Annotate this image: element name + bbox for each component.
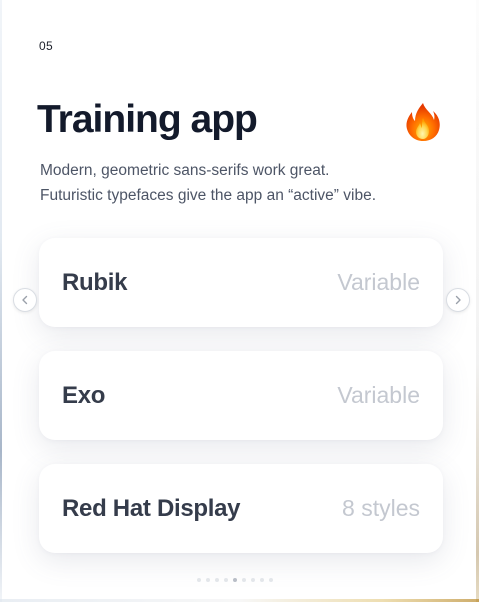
font-card-exo[interactable]: Exo Variable bbox=[39, 351, 443, 440]
font-styles-count: 8 styles bbox=[342, 495, 420, 521]
pager-dot[interactable] bbox=[197, 578, 201, 582]
slide-card: 05 Training app Modern, geometric sans-s… bbox=[0, 0, 479, 602]
description-line: Modern, geometric sans-serifs work great… bbox=[40, 162, 330, 179]
font-name: Red Hat Display bbox=[62, 495, 241, 522]
pager-dot[interactable] bbox=[251, 578, 255, 582]
pager-dot[interactable] bbox=[215, 578, 219, 582]
chevron-left-icon bbox=[22, 295, 28, 305]
fire-icon bbox=[406, 103, 440, 141]
font-card-red-hat-display[interactable]: Red Hat Display 8 styles bbox=[39, 464, 443, 553]
font-name: Exo bbox=[62, 382, 106, 409]
slide-description: Modern, geometric sans-serifs work great… bbox=[40, 158, 460, 208]
pager-dot[interactable] bbox=[206, 578, 210, 582]
font-card-rubik[interactable]: Rubik Variable bbox=[39, 238, 443, 327]
description-line: Futuristic typefaces give the app an “ac… bbox=[40, 187, 376, 204]
frame-edge-left bbox=[0, 0, 2, 602]
carousel-pager bbox=[197, 578, 273, 582]
chevron-right-icon bbox=[455, 295, 461, 305]
pager-dot[interactable] bbox=[224, 578, 228, 582]
pager-dot[interactable] bbox=[242, 578, 246, 582]
page-title: Training app bbox=[37, 98, 258, 141]
pager-dot[interactable] bbox=[233, 578, 237, 582]
font-styles-count: Variable bbox=[337, 269, 420, 295]
pager-dot[interactable] bbox=[269, 578, 273, 582]
font-styles-count: Variable bbox=[337, 382, 420, 408]
font-name: Rubik bbox=[62, 269, 128, 296]
carousel-prev-button[interactable] bbox=[13, 288, 37, 312]
slide-number: 05 bbox=[39, 39, 53, 53]
pager-dot[interactable] bbox=[260, 578, 264, 582]
carousel-next-button[interactable] bbox=[446, 288, 470, 312]
